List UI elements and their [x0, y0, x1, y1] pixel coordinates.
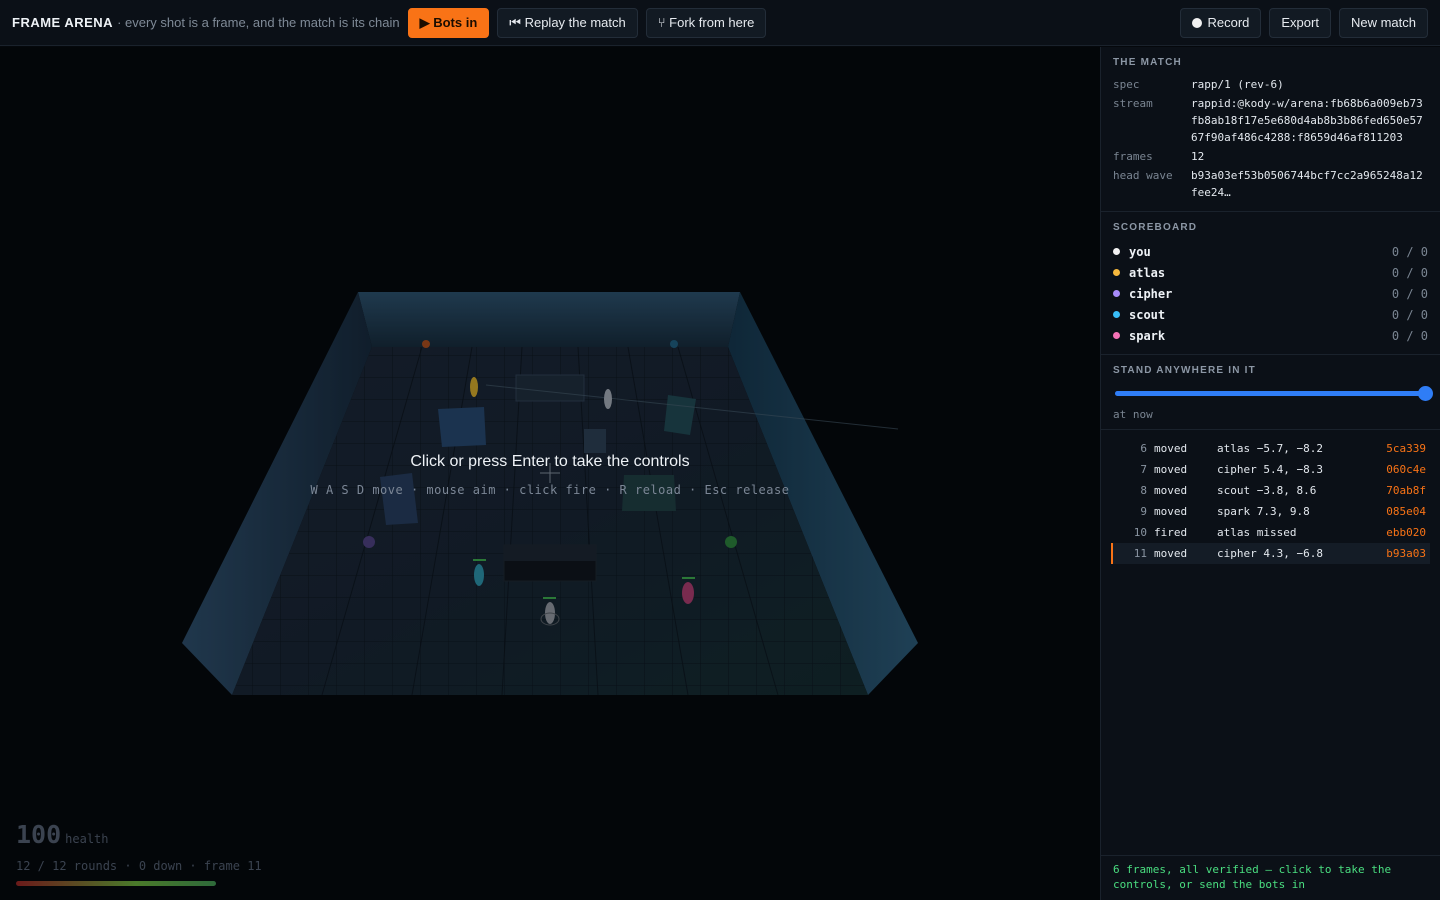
record-button[interactable]: Record	[1180, 7, 1262, 38]
record-label: Record	[1207, 15, 1250, 30]
timeline-fill	[1115, 391, 1426, 396]
event-row[interactable]: 11 moved cipher 4.3, −6.8 b93a03	[1111, 543, 1430, 564]
health-value: 100	[16, 820, 62, 849]
event-kind: moved	[1154, 463, 1188, 476]
arena-scene	[0, 47, 1100, 900]
match-value: rapp/1 (rev-6)	[1191, 78, 1284, 91]
controls-hint: W A S D move · mouse aim · click fire · …	[310, 483, 790, 497]
match-key: frames	[1113, 150, 1153, 163]
scoreboard: SCOREBOARD you 0 / 0 atlas 0 / 0 cipher 0 / 0…	[1101, 212, 1440, 355]
event-hash[interactable]: 060c4e	[1386, 463, 1426, 476]
player-name: cipher	[1129, 286, 1173, 301]
player-color-dot	[1113, 248, 1120, 255]
match-key: stream	[1113, 97, 1153, 110]
event-kind: moved	[1154, 547, 1188, 560]
event-hash[interactable]: ebb020	[1386, 526, 1426, 539]
event-hash[interactable]: 085e04	[1386, 505, 1426, 518]
match-value: b93a03ef53b0506744bcf7cc2a965248a12fee24…	[1191, 169, 1423, 199]
event-row[interactable]: 10 fired atlas missed ebb020	[1111, 522, 1430, 543]
fork-button[interactable]: ⑂ Fork from here	[645, 7, 767, 38]
match-key: head wave	[1113, 169, 1173, 182]
match-row-stream: stream rappid:@kody-w/arena:fb68b6a009eb7…	[1113, 95, 1428, 146]
scoreboard-title: SCOREBOARD	[1113, 222, 1198, 233]
event-description: atlas missed	[1217, 526, 1297, 539]
event-description: cipher 5.4, −8.3	[1217, 463, 1323, 476]
event-frame-number: 10	[1133, 526, 1147, 539]
arena-viewport[interactable]: Click or press Enter to take the control…	[0, 47, 1100, 900]
score-row-cipher: cipher 0 / 0	[1113, 283, 1428, 304]
match-key: spec	[1113, 78, 1140, 91]
player-score: 0 / 0	[1391, 265, 1428, 280]
export-button[interactable]: Export	[1269, 7, 1331, 38]
hud: 100 health 12 / 12 rounds · 0 down · fram…	[16, 820, 262, 886]
event-row[interactable]: 9 moved spark 7.3, 9.8 085e04	[1111, 501, 1430, 522]
event-hash[interactable]: 5ca339	[1386, 442, 1426, 455]
event-frame-number: 8	[1140, 484, 1147, 497]
player-score: 0 / 0	[1391, 286, 1428, 301]
event-kind: fired	[1154, 526, 1188, 539]
record-icon	[1192, 17, 1203, 28]
event-description: scout −3.8, 8.6	[1217, 484, 1317, 497]
event-frame-number: 9	[1140, 505, 1147, 518]
event-hash[interactable]: b93a03	[1386, 547, 1426, 560]
match-value: rappid:@kody-w/arena:fb68b6a009eb73fb8ab…	[1191, 97, 1423, 144]
event-description: atlas −5.7, −8.2	[1217, 442, 1323, 455]
side-panel: THE MATCH spec rapp/1 (rev-6) stream rappi…	[1100, 47, 1440, 900]
event-log: 6 moved atlas −5.7, −8.2 5ca339 7 moved cipher…	[1101, 430, 1440, 572]
event-description: cipher 4.3, −6.8	[1217, 547, 1323, 560]
event-row[interactable]: 7 moved cipher 5.4, −8.3 060c4e	[1111, 459, 1430, 480]
event-frame-number: 11	[1133, 547, 1147, 560]
match-row-frames: frames 12	[1113, 148, 1428, 165]
score-row-you: you 0 / 0	[1113, 241, 1428, 262]
event-row[interactable]: 6 moved atlas −5.7, −8.2 5ca339	[1111, 438, 1430, 459]
top-bar: FRAME ARENA · every shot is a frame, and…	[0, 0, 1440, 46]
health-label: health	[65, 832, 109, 846]
score-row-atlas: atlas 0 / 0	[1113, 262, 1428, 283]
match-info: THE MATCH spec rapp/1 (rev-6) stream rappi…	[1101, 47, 1440, 212]
player-color-dot	[1113, 269, 1120, 276]
player-name: atlas	[1129, 265, 1166, 280]
player-name: spark	[1129, 328, 1166, 343]
replay-match-button[interactable]: ⏮ Replay the match	[497, 7, 638, 38]
timeline-caption: at now	[1113, 408, 1153, 421]
event-kind: moved	[1154, 484, 1188, 497]
take-controls-prompt[interactable]: Click or press Enter to take the control…	[0, 453, 1100, 471]
timeline-title: STAND ANYWHERE IN IT	[1113, 365, 1256, 376]
app-title: FRAME ARENA	[12, 15, 114, 30]
score-row-spark: spark 0 / 0	[1113, 325, 1428, 346]
new-match-button[interactable]: New match	[1338, 7, 1428, 38]
event-frame-number: 7	[1140, 463, 1147, 476]
match-row-head-wave: head wave b93a03ef53b0506744bcf7cc2a96524…	[1113, 167, 1428, 201]
player-score: 0 / 0	[1391, 328, 1428, 343]
match-value: 12	[1191, 150, 1205, 163]
player-score: 0 / 0	[1391, 244, 1428, 259]
player-name: you	[1129, 244, 1151, 259]
event-description: spark 7.3, 9.8	[1217, 505, 1310, 518]
player-name: scout	[1129, 307, 1166, 322]
player-color-dot	[1113, 311, 1120, 318]
event-row[interactable]: 8 moved scout −3.8, 8.6 70ab8f	[1111, 480, 1430, 501]
timeline-thumb[interactable]	[1418, 386, 1433, 401]
player-color-dot	[1113, 290, 1120, 297]
event-kind: moved	[1154, 442, 1188, 455]
score-row-scout: scout 0 / 0	[1113, 304, 1428, 325]
timeline-slider[interactable]	[1115, 384, 1433, 402]
event-frame-number: 6	[1140, 442, 1147, 455]
app-tagline: · every shot is a frame, and the match i…	[117, 15, 400, 30]
bots-in-button[interactable]: ▶ Bots in	[407, 7, 490, 38]
timeline-section: STAND ANYWHERE IN IT at now	[1101, 355, 1440, 430]
health-bar	[16, 881, 216, 886]
player-score: 0 / 0	[1391, 307, 1428, 322]
match-row-spec: spec rapp/1 (rev-6)	[1113, 76, 1428, 93]
event-hash[interactable]: 70ab8f	[1386, 484, 1426, 497]
status-message: 6 frames, all verified — click to take t…	[1101, 855, 1440, 900]
player-color-dot	[1113, 332, 1120, 339]
event-kind: moved	[1154, 505, 1188, 518]
match-title: THE MATCH	[1113, 57, 1182, 68]
hud-meta: 12 / 12 rounds · 0 down · frame 11	[16, 859, 262, 873]
